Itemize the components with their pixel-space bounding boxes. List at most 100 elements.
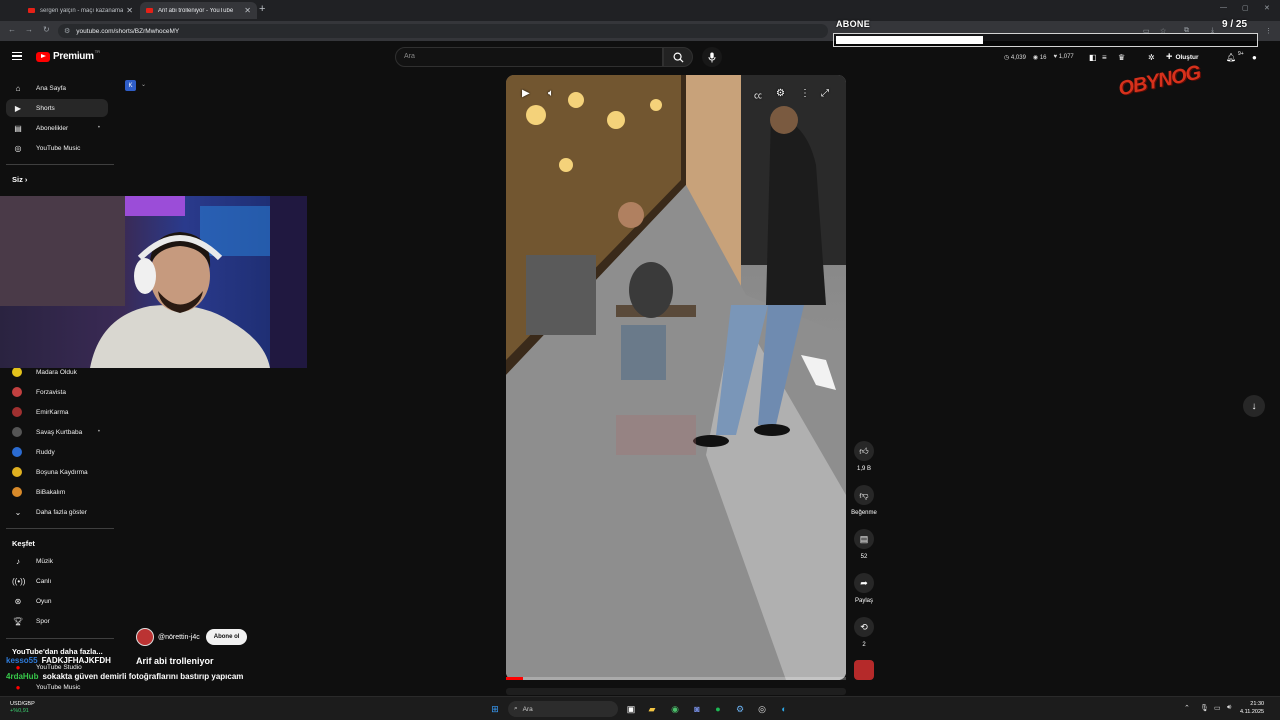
sidebar-item-home[interactable]: ⌂ Ana Sayfa	[6, 79, 108, 97]
sound-thumbnail[interactable]	[848, 660, 880, 680]
arrow-down-icon: ↓	[1251, 400, 1257, 412]
kick-ext-icon[interactable]: ◧	[1089, 53, 1097, 62]
taskbar-search[interactable]: ⌕ Ara	[508, 701, 618, 717]
share-label: Paylaş	[854, 598, 873, 604]
like-action[interactable]: 👍︎ 1,9 B	[848, 441, 880, 472]
sidebar-you-heading[interactable]: Siz ›	[12, 175, 27, 184]
browser-tab-active[interactable]: Arif abi trolleniyor - YouTube ✕	[140, 2, 257, 19]
ticker-widget[interactable]: USD/GBP +%0,91	[10, 701, 35, 715]
remix-icon[interactable]: ⟲	[854, 617, 874, 637]
steam-icon[interactable]: ⚙	[733, 702, 747, 716]
browser-tab-strip: sergen yalçın - maçı kazanamadı ✕ Arif a…	[0, 0, 1280, 21]
share-icon[interactable]: ➦	[854, 573, 874, 593]
forward-icon[interactable]: →	[25, 25, 33, 34]
sidebar-item-sports[interactable]: 🏆︎ Spor	[6, 612, 108, 630]
browser-tab[interactable]: sergen yalçın - maçı kazanamadı ✕	[22, 2, 139, 19]
sidebar-show-more[interactable]: ⌄ Daha fazla göster	[6, 503, 108, 521]
maximize-icon[interactable]: ▢	[1242, 4, 1249, 12]
sidebar-item-music[interactable]: ♪ Müzik	[6, 552, 108, 570]
site-info-icon[interactable]: ⚙	[64, 27, 70, 35]
sidebar-item-subscriptions[interactable]: ▤ Abonelikler •	[6, 119, 108, 137]
voice-search-button[interactable]	[702, 47, 722, 67]
volume-tray-icon[interactable]: 🔊︎	[1227, 704, 1231, 712]
sidebar-divider	[6, 164, 114, 165]
obs-icon[interactable]: ◎	[755, 702, 769, 716]
discord-icon[interactable]: ◙	[690, 702, 704, 716]
video-progress-bar[interactable]	[506, 677, 846, 680]
tab-close-icon[interactable]: ✕	[244, 6, 251, 15]
back-icon[interactable]: ←	[8, 25, 16, 34]
spotify-icon[interactable]: ●	[711, 702, 725, 716]
reload-icon[interactable]: ↻	[43, 25, 50, 34]
dislike-thumb-icon[interactable]: 👎︎	[854, 485, 874, 505]
youtube-favicon-icon	[28, 8, 35, 13]
trophy-ext-icon[interactable]: ♛	[1118, 53, 1125, 62]
sidebar-item-subscription[interactable]: Boşuna Kaydırma	[6, 463, 108, 481]
more-options-icon[interactable]: ⋮	[800, 88, 810, 99]
shorts-video-player[interactable]: ▶ 🔈︎ ㏄ ⚙ ⋮ ⤢	[506, 75, 846, 680]
chrome-icon[interactable]: ◉	[668, 702, 682, 716]
youtube-premium-logo[interactable]: Premium TR	[36, 49, 100, 62]
menu-hamburger-icon[interactable]	[12, 52, 22, 60]
sound-avatar[interactable]	[854, 660, 874, 680]
comments-action[interactable]: ▤ 52	[848, 529, 880, 560]
fullscreen-icon[interactable]: ⤢	[821, 88, 829, 99]
sidebar-item-shorts[interactable]: ▶ Shorts	[6, 99, 108, 117]
new-tab-button[interactable]: +	[259, 3, 265, 15]
kick-icon[interactable]: K	[125, 80, 136, 91]
browser-menu-icon[interactable]: ⋮	[1265, 27, 1272, 35]
chevron-down-icon[interactable]: ⌄	[141, 81, 146, 88]
address-bar[interactable]: ⚙ youtube.com/shorts/BZrMwhoceMY	[58, 24, 828, 38]
sidebar-item-live[interactable]: ((•)) Canlı	[6, 572, 108, 590]
share-action[interactable]: ➦ Paylaş	[848, 573, 880, 604]
logo-brand: Premium	[53, 51, 94, 62]
notifications-bell-icon[interactable]: 🔔︎	[1226, 53, 1236, 62]
settings-gear-icon[interactable]: ⚙	[776, 88, 785, 99]
dislike-action[interactable]: 👎︎ Beğenme	[848, 485, 880, 516]
sidebar-item-subscription[interactable]: BiBakalım	[6, 483, 108, 501]
tab-close-icon[interactable]: ✕	[126, 6, 133, 15]
task-view-icon[interactable]: ▣	[624, 702, 638, 716]
sidebar-item-label: Madara Olduk	[36, 368, 77, 376]
search-button[interactable]	[663, 47, 693, 67]
next-short-button[interactable]: ↓	[1243, 395, 1265, 417]
channel-avatar	[12, 367, 22, 377]
tray-chevron-icon[interactable]: ⌃	[1184, 704, 1190, 712]
network-icon[interactable]: ▭	[1214, 704, 1221, 712]
youtube-music-icon: ●	[15, 682, 21, 692]
edge-icon[interactable]: ◐	[777, 702, 791, 716]
chat-message: 4rdaHub sokakta güven demirli fotoğraflar…	[6, 672, 243, 681]
sidebar-item-label: Forzavista	[36, 388, 66, 396]
comment-icon[interactable]: ▤	[854, 529, 874, 549]
stat-views: ◷ 4,039	[1004, 55, 1026, 61]
list-ext-icon[interactable]: ≡	[1102, 53, 1107, 62]
subscribe-button[interactable]: Abone ol	[205, 629, 248, 645]
next-short-preview	[506, 688, 846, 695]
sidebar-item-subscription[interactable]: Savaş Kurtbaba •	[6, 423, 108, 441]
avatar[interactable]: ●	[1252, 53, 1257, 62]
like-thumb-icon[interactable]: 👍︎	[854, 441, 874, 461]
file-explorer-icon[interactable]: ▰	[645, 702, 659, 716]
clock[interactable]: 21:30 4.11.2025	[1240, 700, 1264, 716]
microphone-tray-icon[interactable]: 🎙︎	[1200, 704, 1209, 712]
sidebar-item-youtube-music-2[interactable]: ● YouTube Music	[6, 680, 108, 694]
play-icon[interactable]: ▶	[522, 88, 530, 99]
window-close-icon[interactable]: ✕	[1264, 4, 1270, 12]
search-icon	[673, 52, 684, 63]
sidebar-item-youtube-music[interactable]: ◎ YouTube Music	[6, 139, 108, 157]
remix-action[interactable]: ⟲ 2	[848, 617, 880, 648]
search-input[interactable]: Ara	[395, 47, 663, 67]
captions-icon[interactable]: ㏄	[754, 90, 762, 101]
channel-avatar[interactable]	[136, 628, 154, 646]
channel-name[interactable]: @nörettin-j4c	[158, 634, 200, 641]
windows-start-icon[interactable]: ⊞	[488, 702, 502, 716]
volume-icon[interactable]: 🔈︎	[548, 88, 554, 99]
settings-gear-icon[interactable]: ✲	[1148, 53, 1155, 62]
minimize-icon[interactable]: —	[1220, 4, 1227, 11]
sidebar-item-subscription[interactable]: Forzavista	[6, 383, 108, 401]
remix-count: 2	[862, 642, 866, 648]
sidebar-item-subscription[interactable]: Ruddy	[6, 443, 108, 461]
tab-title: sergen yalçın - maçı kazanamadı	[40, 7, 124, 14]
sidebar-item-gaming[interactable]: ⊛ Oyun	[6, 592, 108, 610]
sidebar-item-subscription[interactable]: EmirKarma	[6, 403, 108, 421]
